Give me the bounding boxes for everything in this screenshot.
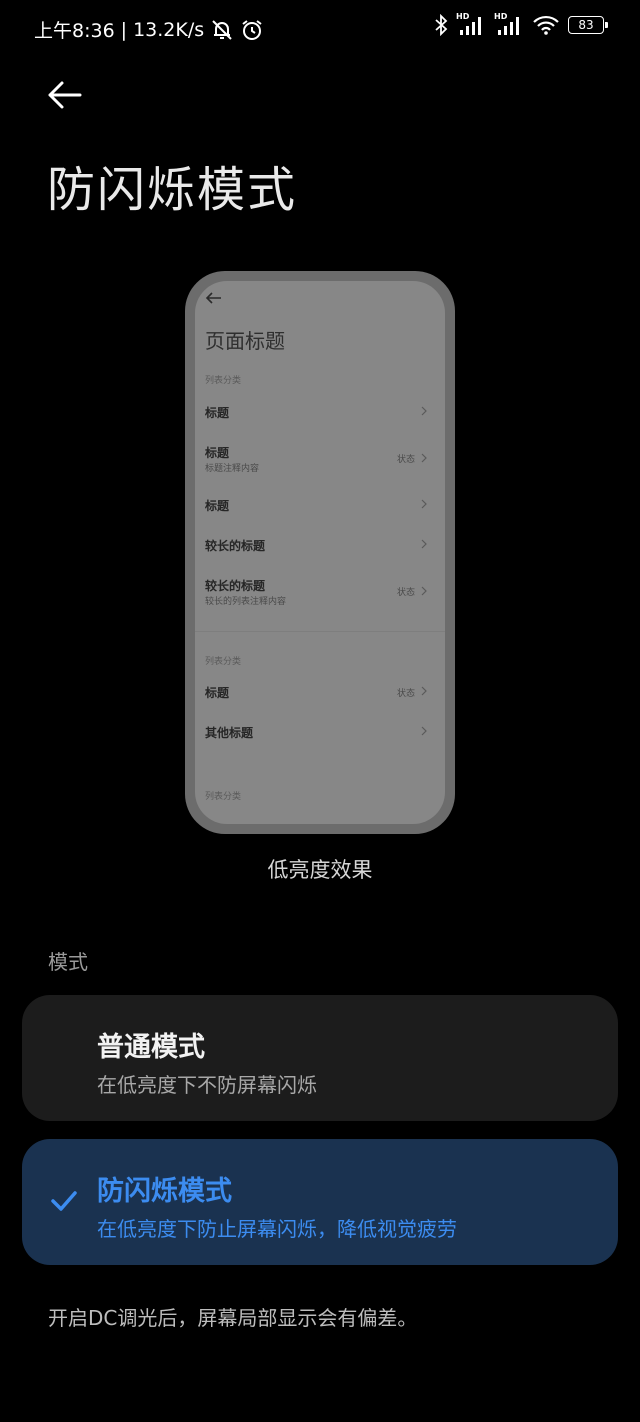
footer-note: 开启DC调光后，屏幕局部显示会有偏差。 [48, 1306, 418, 1330]
chevron-right-icon [421, 586, 427, 596]
preview-section-label: 列表分类 [205, 376, 242, 386]
status-net-speed: 13.2K/s [133, 18, 205, 41]
alarm-icon [242, 19, 262, 40]
preview-item-sub: 标题注释内容 [205, 464, 260, 474]
chevron-right-icon [421, 406, 427, 416]
mute-bell-icon [212, 19, 232, 40]
preview-list-item: 标题 [205, 401, 435, 435]
chevron-right-icon [421, 539, 427, 549]
normal-mode-option[interactable]: 普通模式 在低亮度下不防屏幕闪烁 [22, 995, 618, 1121]
bluetooth-icon [435, 14, 448, 36]
checkmark-icon [51, 1191, 77, 1211]
preview-item-state: 状态 [396, 689, 415, 699]
preview-screen: 页面标题 列表分类 标题 标题 标题注释内容 状态 标题 较长的标题 较长的标题… [195, 281, 445, 824]
option-title: 防闪烁模式 [97, 1176, 232, 1207]
chevron-right-icon [421, 453, 427, 463]
option-subtitle: 在低亮度下防止屏幕闪烁，降低视觉疲劳 [97, 1217, 457, 1241]
preview-list-item: 标题 [205, 494, 435, 528]
battery-level: 83 [578, 18, 594, 32]
preview-page-title: 页面标题 [205, 329, 285, 353]
preview-list-item: 标题 标题注释内容 状态 [205, 441, 435, 475]
back-arrow-icon[interactable] [44, 78, 84, 112]
status-time: 上午8:36 [34, 20, 115, 42]
option-title: 普通模式 [97, 1032, 205, 1063]
preview-section-label: 列表分类 [205, 792, 242, 802]
preview-item-label: 标题 [205, 446, 230, 460]
preview-item-state: 状态 [396, 455, 415, 465]
preview-item-sub: 较长的列表注释内容 [205, 597, 287, 607]
preview-item-label: 较长的标题 [205, 579, 266, 593]
status-separator: | [120, 18, 128, 41]
preview-back-icon [205, 292, 221, 304]
signal-icon: HD [456, 12, 486, 36]
wifi-icon [533, 15, 559, 35]
battery-icon: 83 [568, 16, 608, 34]
page-title: 防闪烁模式 [47, 162, 298, 218]
chevron-right-icon [421, 686, 427, 696]
preview-section-label: 列表分类 [205, 657, 242, 667]
status-bar-left: 上午8:36 | 13.2K/s [34, 16, 264, 43]
option-subtitle: 在低亮度下不防屏幕闪烁 [97, 1073, 317, 1097]
signal-icon-2: HD [494, 12, 524, 36]
preview-list-item: 较长的标题 较长的列表注释内容 状态 [205, 574, 435, 608]
preview-list-item: 其他标题 [205, 721, 435, 755]
status-bar-right: HD HD 83 [434, 12, 608, 36]
preview-item-label: 标题 [205, 406, 230, 420]
preview-item-label: 其他标题 [205, 726, 254, 740]
chevron-right-icon [421, 499, 427, 509]
preview-list-item: 较长的标题 [205, 534, 435, 568]
preview-caption: 低亮度效果 [267, 858, 373, 882]
preview-item-label: 标题 [205, 686, 230, 700]
preview-item-state: 状态 [396, 588, 415, 598]
chevron-right-icon [421, 726, 427, 736]
preview-item-label: 较长的标题 [205, 539, 266, 553]
anti-flicker-mode-option[interactable]: 防闪烁模式 在低亮度下防止屏幕闪烁，降低视觉疲劳 [22, 1139, 618, 1265]
preview-item-label: 标题 [205, 499, 230, 513]
preview-list-item: 标题 状态 [205, 681, 435, 715]
mode-section-label: 模式 [48, 950, 88, 974]
preview-divider [195, 631, 445, 632]
